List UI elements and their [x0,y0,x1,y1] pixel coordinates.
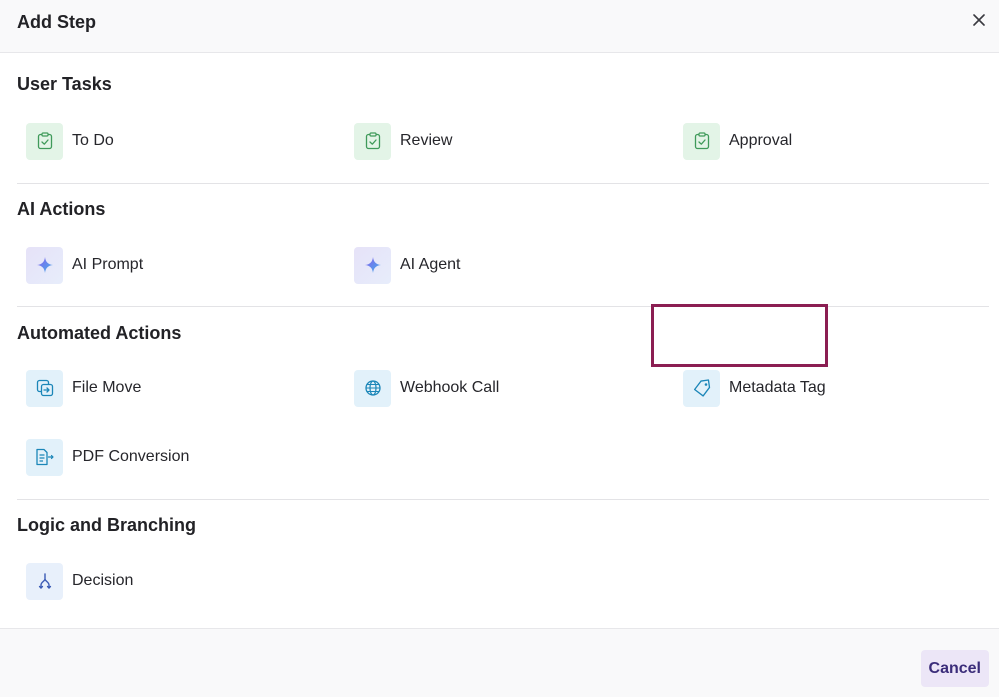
step-file-move[interactable]: File Move [26,368,141,408]
step-review[interactable]: Review [354,121,452,161]
step-label: File Move [72,379,142,396]
section-automated-actions: Automated Actions File Move Webhook Call… [17,307,989,500]
step-label: Decision [72,572,134,589]
dialog-header: Add Step [0,0,999,53]
step-to-do[interactable]: To Do [26,121,114,161]
branch-icon [38,573,51,589]
step-metadata-tag[interactable]: Metadata Tag [683,368,826,408]
section-title: User Tasks [17,74,112,94]
clipboard-check-icon [37,132,52,150]
step-label: To Do [72,132,114,149]
dialog-footer: Cancel [0,628,999,697]
step-label: AI Prompt [72,256,144,273]
step-ai-prompt[interactable]: AI Prompt [26,245,143,285]
section-user-tasks: User Tasks To Do Review Approval [17,53,989,184]
step-webhook-call[interactable]: Webhook Call [354,368,499,408]
add-step-dialog: Add Step User Tasks To Do Review Approva… [0,0,999,697]
close-icon [973,14,985,26]
step-label: Metadata Tag [729,379,826,396]
step-approval[interactable]: Approval [683,121,792,161]
step-label: Approval [729,132,793,149]
cancel-button[interactable]: Cancel [920,650,989,687]
sparkle-icon [36,257,53,273]
step-label: Review [400,132,453,149]
step-ai-agent[interactable]: AI Agent [354,245,461,285]
section-title: Logic and Branching [17,515,197,535]
close-button[interactable] [969,10,989,30]
step-label: Webhook Call [400,379,500,396]
section-title: Automated Actions [17,323,182,343]
sparkle-icon [364,257,381,273]
dialog-body: User Tasks To Do Review Approval AI Acti… [17,53,989,630]
clipboard-check-icon [694,132,709,150]
step-label: PDF Conversion [72,448,190,465]
section-title: AI Actions [17,199,106,219]
dialog-title: Add Step [17,12,96,32]
file-move-icon [36,379,53,397]
step-decision[interactable]: Decision [26,561,133,601]
step-pdf-conversion[interactable]: PDF Conversion [26,437,189,477]
globe-icon [364,380,381,396]
step-label: AI Agent [400,256,461,273]
section-logic-branching: Logic and Branching Decision [17,500,989,630]
tag-icon [693,379,710,397]
pdf-conversion-icon [35,448,54,466]
clipboard-check-icon [365,132,380,150]
section-ai-actions: AI Actions AI Prompt AI Agent [17,184,989,307]
